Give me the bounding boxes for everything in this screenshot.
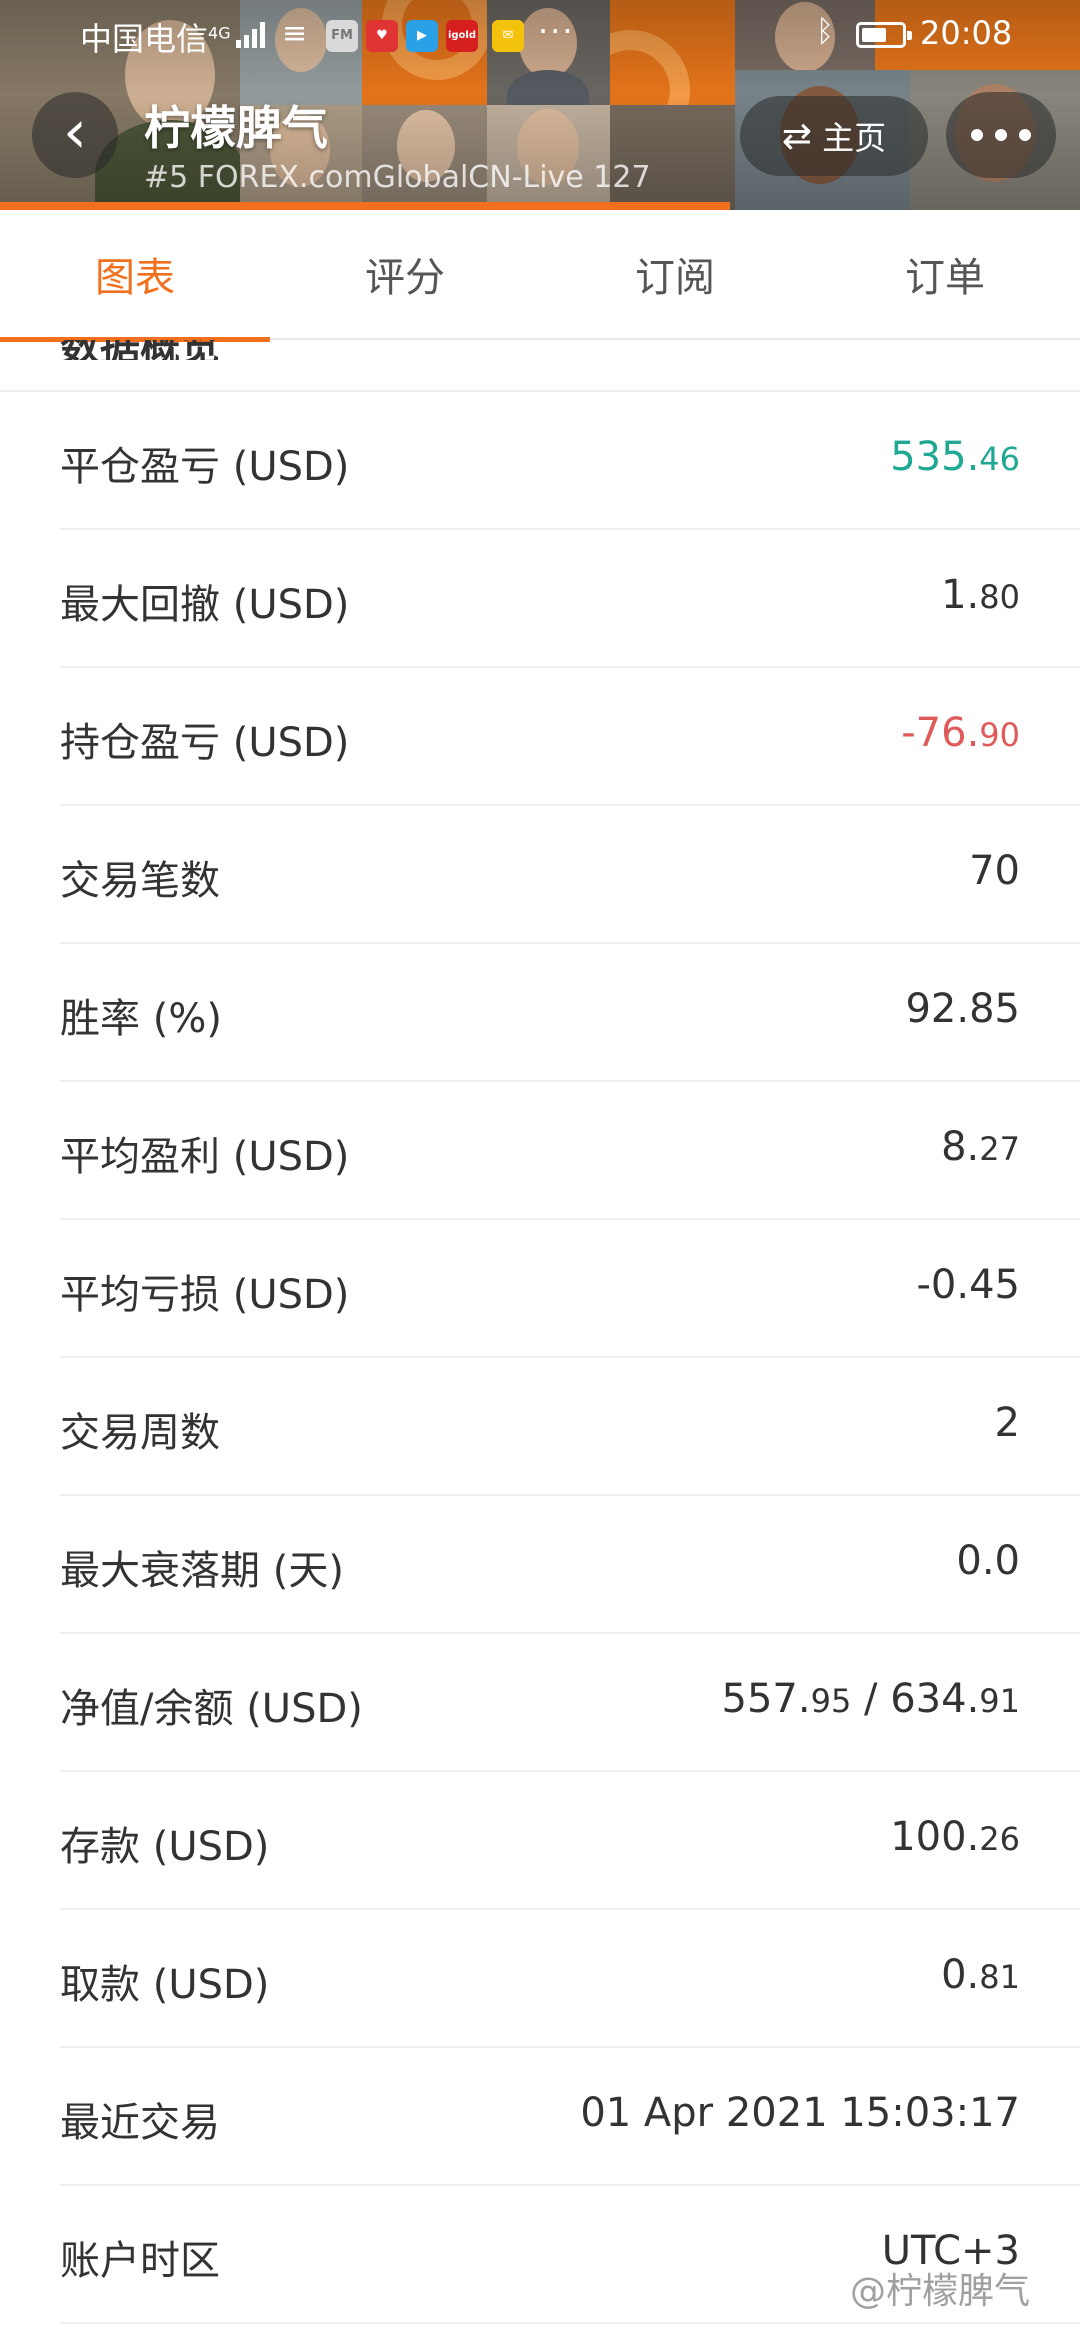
stat-label: 交易周数: [60, 1410, 220, 1456]
value-integer: -76.: [901, 710, 980, 756]
watermark: @柠檬脾气: [850, 2271, 1031, 2312]
value-decimal: 81: [979, 1958, 1020, 1996]
carrier-name: 中国电信4G: [80, 14, 231, 60]
value-integer: 0.: [941, 1952, 980, 1998]
value-integer: 8.: [941, 1124, 980, 1170]
stat-row-avg-profit: 平均盈利 (USD) 8.27: [60, 1082, 1080, 1220]
fm-app-icon: FM: [326, 20, 358, 52]
stat-label: 存款 (USD): [60, 1824, 270, 1870]
stat-row-trade-count: 交易笔数 70: [60, 806, 1080, 944]
heart-app-icon: ♥: [366, 20, 398, 52]
profile-header: 中国电信4G ≡ FM ♥ ▶ igold ✉ ··· ᛒ 20:08 ‹ 柠檬…: [0, 0, 1080, 210]
back-button[interactable]: ‹: [32, 92, 118, 178]
value-decimal: 46: [979, 440, 1020, 478]
status-bar: 中国电信4G ≡ FM ♥ ▶ igold ✉ ··· ᛒ 20:08: [0, 0, 1080, 70]
stat-label: 平均亏损 (USD): [60, 1272, 350, 1318]
chevron-left-icon: ‹: [63, 97, 87, 167]
value-integer: 100.: [890, 1814, 980, 1860]
stat-label: 最近交易: [60, 2100, 220, 2146]
stat-label: 平均盈利 (USD): [60, 1134, 350, 1180]
stat-label: 最大衰落期 (天): [60, 1548, 344, 1594]
wifi-icon: ≡: [282, 16, 308, 51]
stat-value: 92.85: [905, 986, 1020, 1032]
carrier-label: 中国电信: [80, 20, 209, 58]
stat-row-last-trade: 最近交易 01 Apr 2021 15:03:17: [60, 2048, 1080, 2186]
section-title: 数据概览: [60, 340, 460, 360]
stat-label: 取款 (USD): [60, 1962, 270, 2008]
stat-value: 01 Apr 2021 15:03:17: [580, 2090, 1020, 2136]
stat-label: 胜率 (%): [60, 996, 222, 1042]
stat-row-max-drawdown: 最大回撤 (USD) 1.80: [60, 530, 1080, 668]
stat-row-open-pnl: 持仓盈亏 (USD) -76.90: [60, 668, 1080, 806]
value-decimal: 80: [979, 578, 1020, 616]
stat-row-max-decline-period: 最大衰落期 (天) 0.0: [60, 1496, 1080, 1634]
tab-rating[interactable]: 评分: [270, 210, 540, 340]
stat-label: 净值/余额 (USD): [60, 1686, 363, 1732]
stat-value: 100.26: [890, 1814, 1020, 1860]
swap-icon: ⇄: [781, 115, 813, 157]
stat-row-closed-pnl: 平仓盈亏 (USD) 535.46: [60, 392, 1080, 530]
stat-label: 账户时区: [60, 2238, 220, 2284]
stat-value: 535.46: [890, 434, 1020, 480]
stat-value: -76.90: [901, 710, 1020, 756]
mail-icon: ✉: [492, 20, 524, 52]
bird-app-icon: ▶: [406, 20, 438, 52]
stat-label: 最大回撤 (USD): [60, 582, 350, 628]
stat-value: 557.95 / 634.91: [722, 1676, 1020, 1722]
igold-app-icon: igold: [446, 20, 478, 52]
stat-value: 0.0: [956, 1538, 1020, 1584]
stat-value: 70: [969, 848, 1020, 894]
stat-row-deposit: 存款 (USD) 100.26: [60, 1772, 1080, 1910]
value-integer: 535.: [890, 434, 980, 480]
tab-orders[interactable]: 订单: [810, 210, 1080, 340]
account-subtitle: #5 FOREX.comGlobalCN-Live 127: [144, 160, 651, 195]
bluetooth-icon: ᛒ: [816, 14, 834, 49]
tab-chart[interactable]: 图表: [0, 210, 270, 342]
section-title-clipped: 数据概览: [60, 340, 460, 360]
header-accent-strip: [0, 202, 730, 210]
more-dot-icon: [1019, 129, 1031, 141]
home-button[interactable]: ⇄ 主页: [740, 96, 928, 176]
stat-row-win-rate: 胜率 (%) 92.85: [60, 944, 1080, 1082]
value-integer: 557.: [721, 1676, 811, 1722]
value-integer: 1.: [941, 572, 980, 618]
stat-label: 持仓盈亏 (USD): [60, 720, 350, 766]
home-button-label: 主页: [822, 119, 887, 157]
stats-list: 平仓盈亏 (USD) 535.46 最大回撤 (USD) 1.80 持仓盈亏 (…: [0, 392, 1080, 2324]
battery-icon: [856, 22, 912, 48]
stat-value: 8.27: [941, 1124, 1020, 1170]
stat-value: 0.81: [941, 1952, 1020, 1998]
signal-icon: [236, 22, 265, 48]
tab-bar: 图表 评分 订阅 订单: [0, 210, 1080, 342]
value-integer-2: / 634.: [851, 1676, 980, 1722]
stat-value: 1.80: [941, 572, 1020, 618]
clock: 20:08: [920, 14, 1013, 52]
stat-label: 平仓盈亏 (USD): [60, 444, 350, 490]
more-dot-icon: [995, 129, 1007, 141]
stat-label: 交易笔数: [60, 858, 220, 904]
value-decimal: 95: [810, 1682, 852, 1720]
value-decimal: 27: [979, 1130, 1020, 1168]
tab-subscribe[interactable]: 订阅: [540, 210, 810, 340]
stat-row-avg-loss: 平均亏损 (USD) -0.45: [60, 1220, 1080, 1358]
stat-row-trade-weeks: 交易周数 2: [60, 1358, 1080, 1496]
more-dot-icon: [971, 129, 983, 141]
stat-value: -0.45: [916, 1262, 1021, 1308]
value-decimal: 90: [979, 716, 1020, 754]
more-options-button[interactable]: [946, 92, 1056, 178]
page-title: 柠檬脾气: [144, 101, 328, 155]
more-notifications-icon: ···: [538, 12, 575, 50]
network-type: 4G: [208, 23, 231, 43]
stat-value: 2: [994, 1400, 1020, 1446]
value-decimal: 26: [979, 1820, 1020, 1858]
stat-row-withdrawal: 取款 (USD) 0.81: [60, 1910, 1080, 2048]
value-decimal-2: 91: [979, 1682, 1020, 1720]
stat-row-equity-balance: 净值/余额 (USD) 557.95 / 634.91: [60, 1634, 1080, 1772]
